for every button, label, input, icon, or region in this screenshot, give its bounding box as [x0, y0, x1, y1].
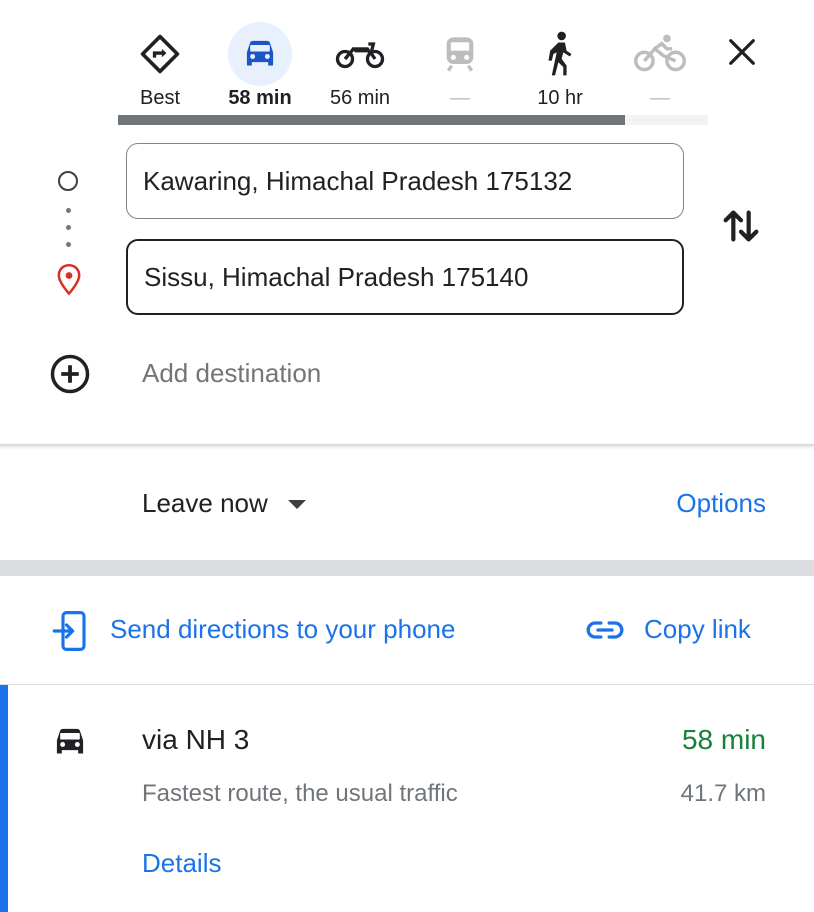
car-icon — [50, 724, 90, 765]
link-icon[interactable] — [585, 616, 625, 649]
mode-walking-label: 10 hr — [537, 87, 583, 109]
origin-input[interactable]: Kawaring, Himachal Pradesh 175132 — [126, 143, 684, 219]
copy-link-button[interactable]: Copy link — [644, 614, 751, 645]
route-distance: 41.7 km — [680, 780, 766, 807]
route-duration: 58 min — [681, 724, 766, 755]
caret-down-icon — [287, 500, 306, 509]
close-icon — [729, 39, 755, 65]
route-details-link[interactable]: Details — [142, 848, 221, 879]
destination-pin-icon — [55, 263, 83, 302]
add-destination-button[interactable] — [49, 353, 91, 400]
send-to-phone-icon[interactable] — [52, 610, 88, 657]
bicycle-icon — [628, 22, 692, 86]
add-destination-link[interactable]: Add destination — [142, 358, 321, 389]
mode-two-wheeler[interactable]: 56 min — [320, 22, 400, 112]
mode-best[interactable]: Best — [120, 22, 200, 112]
route-description: Fastest route, the usual traffic — [142, 780, 458, 807]
route-dot — [66, 242, 71, 247]
directions-icon — [128, 22, 192, 86]
mode-driving-label: 58 min — [228, 87, 292, 109]
mode-cycling-label: — — [650, 87, 670, 109]
origin-input-value: Kawaring, Himachal Pradesh 175132 — [143, 165, 573, 196]
mode-best-label: Best — [139, 87, 181, 109]
send-directions-link[interactable]: Send directions to your phone — [110, 614, 455, 645]
departure-time-label: Leave now — [142, 488, 268, 518]
walk-icon — [528, 22, 592, 86]
origin-marker-icon — [58, 171, 78, 191]
swap-vertical-icon — [723, 210, 759, 242]
mode-transit-label: — — [450, 87, 470, 109]
mode-cycling[interactable]: — — [620, 22, 700, 112]
selected-route-indicator — [0, 685, 8, 912]
section-divider — [0, 684, 814, 685]
swap-button[interactable] — [718, 203, 764, 254]
section-band — [0, 560, 814, 576]
motorcycle-icon — [328, 22, 392, 86]
add-circle-icon — [50, 354, 90, 394]
mode-driving[interactable]: 58 min — [220, 22, 300, 112]
car-icon — [228, 22, 292, 86]
route-title: via NH 3 — [142, 724, 250, 755]
close-button[interactable] — [720, 30, 764, 74]
destination-input[interactable]: Sissu, Himachal Pradesh 175140 — [126, 239, 684, 315]
route-dot — [66, 225, 71, 230]
section-divider — [0, 444, 814, 446]
departure-time-dropdown[interactable]: Leave now — [142, 488, 306, 519]
travel-mode-progress-fill — [118, 115, 626, 125]
travel-mode-progress — [118, 115, 708, 125]
train-icon — [428, 22, 492, 86]
mode-walking[interactable]: 10 hr — [520, 22, 600, 112]
destination-input-value: Sissu, Himachal Pradesh 175140 — [144, 261, 529, 292]
route-dot — [66, 208, 71, 213]
options-button[interactable]: Options — [676, 488, 766, 519]
mode-two-wheeler-label: 56 min — [329, 87, 391, 109]
mode-transit[interactable]: — — [420, 22, 500, 112]
